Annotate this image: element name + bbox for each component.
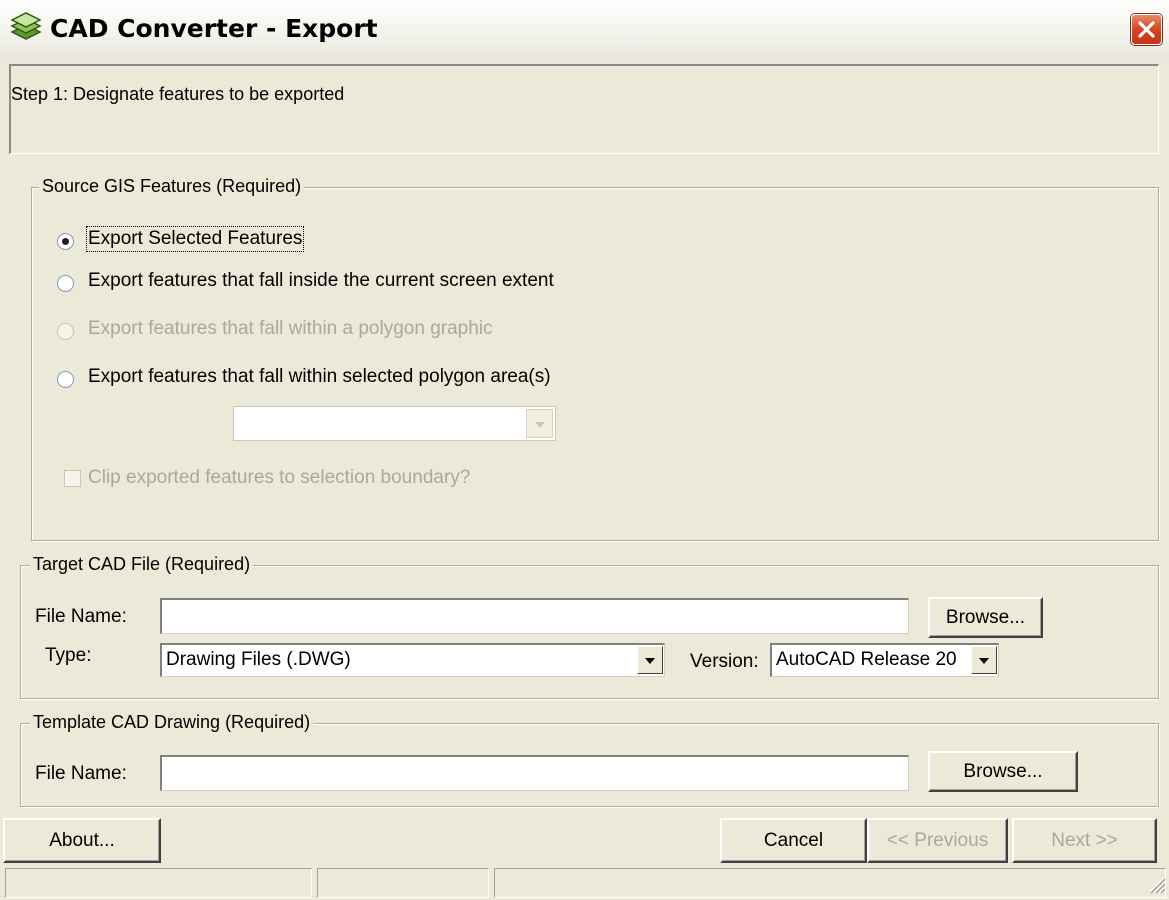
type-dropdown-button[interactable] bbox=[637, 646, 663, 674]
version-dropdown-button[interactable] bbox=[971, 646, 997, 674]
group-label-source: Source GIS Features (Required) bbox=[39, 176, 305, 197]
group-label-target: Target CAD File (Required) bbox=[30, 554, 254, 575]
target-file-name-label: File Name: bbox=[35, 606, 127, 627]
template-file-name-input[interactable] bbox=[160, 755, 909, 791]
window-title: CAD Converter - Export bbox=[50, 14, 378, 43]
clip-checkbox bbox=[64, 470, 81, 487]
cad-converter-export-window: CAD Converter - Export Step 1: Designate… bbox=[0, 0, 1169, 900]
version-select[interactable]: AutoCAD Release 20 bbox=[770, 643, 999, 677]
polygon-layer-dropdown bbox=[233, 406, 556, 441]
radio-button[interactable] bbox=[57, 275, 74, 292]
type-label: Type: bbox=[45, 645, 92, 666]
type-value: Drawing Files (.DWG) bbox=[166, 649, 351, 670]
radio-label: Export features that fall within a polyg… bbox=[88, 318, 493, 339]
step-description-box: Step 1: Designate features to be exporte… bbox=[9, 64, 1159, 154]
previous-button: << Previous bbox=[867, 818, 1008, 863]
chevron-down-icon bbox=[979, 658, 989, 664]
cad-layers-icon bbox=[10, 12, 42, 40]
about-button[interactable]: About... bbox=[3, 818, 161, 863]
cancel-button[interactable]: Cancel bbox=[720, 818, 867, 863]
template-file-name-label: File Name: bbox=[35, 763, 127, 784]
status-cell bbox=[5, 868, 312, 898]
version-value: AutoCAD Release 20 bbox=[776, 649, 957, 670]
step-text: Step 1: Designate features to be exporte… bbox=[11, 84, 345, 104]
status-bar bbox=[0, 865, 1169, 900]
resize-grip-icon[interactable] bbox=[1144, 872, 1166, 894]
type-select[interactable]: Drawing Files (.DWG) bbox=[160, 643, 665, 677]
dropdown-arrow-button bbox=[526, 409, 553, 438]
radio-button-selected[interactable] bbox=[57, 233, 74, 250]
target-file-name-input[interactable] bbox=[160, 598, 909, 634]
close-icon bbox=[1138, 21, 1155, 38]
status-cell bbox=[494, 868, 1166, 898]
group-label-template: Template CAD Drawing (Required) bbox=[30, 712, 314, 733]
chevron-down-icon bbox=[645, 658, 655, 664]
close-button[interactable] bbox=[1131, 14, 1162, 45]
title-bar[interactable]: CAD Converter - Export bbox=[0, 0, 1169, 62]
target-browse-button[interactable]: Browse... bbox=[928, 597, 1043, 638]
version-label: Version: bbox=[690, 651, 759, 672]
radio-label: Export Selected Features bbox=[85, 226, 305, 252]
radio-button-disabled bbox=[57, 323, 74, 340]
status-cell bbox=[317, 868, 489, 898]
clip-label: Clip exported features to selection boun… bbox=[88, 467, 471, 488]
radio-label: Export features that fall inside the cur… bbox=[88, 270, 554, 291]
chevron-down-icon bbox=[534, 421, 545, 428]
radio-button[interactable] bbox=[57, 371, 74, 388]
radio-label: Export features that fall within selecte… bbox=[88, 366, 551, 387]
next-button: Next >> bbox=[1012, 818, 1157, 863]
template-browse-button[interactable]: Browse... bbox=[928, 751, 1078, 792]
